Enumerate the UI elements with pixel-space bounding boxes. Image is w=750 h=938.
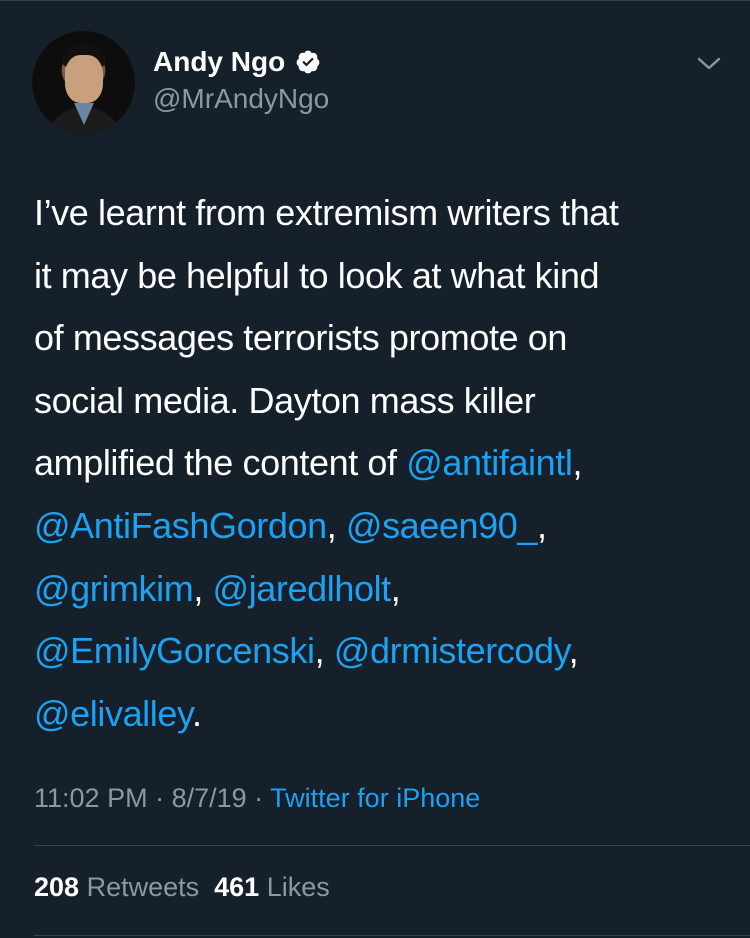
tweet-text: I’ve learnt from extremism writers that i… (34, 182, 724, 745)
mention-link[interactable]: @grimkim (34, 568, 194, 609)
tweet-text-segment: , (572, 442, 583, 484)
tweet-text-segment: it may be helpful to look at what kind (34, 254, 600, 296)
retweets-label: Retweets (79, 872, 200, 902)
mention-link[interactable]: @EmilyGorcenski (34, 630, 315, 671)
mention-link[interactable]: @antifaintl (406, 442, 573, 483)
likes-label: Likes (259, 872, 330, 902)
tweet-text-line: social media. Dayton mass killer (34, 370, 724, 433)
tweet-text-segment: I’ve learnt from extremism writers that (34, 192, 619, 233)
retweets-count: 208 (34, 872, 80, 902)
tweet-text-segment: , (390, 567, 401, 609)
meta-separator: · (246, 783, 271, 813)
tweet-text-line: @grimkim, @jaredlholt, (34, 558, 724, 621)
tweet-text-segment: , (568, 630, 579, 672)
tweet-text-segment: social media. Dayton mass killer (34, 379, 536, 421)
author-name-row[interactable]: Andy Ngo (153, 44, 321, 80)
tweet-date[interactable]: 8/7/19 (172, 783, 247, 813)
tweet-text-segment: , (326, 504, 346, 546)
likes-stat[interactable]: 461 Likes (214, 872, 330, 902)
meta-divider (34, 845, 750, 846)
display-name[interactable]: Andy Ngo (153, 44, 285, 80)
tweet-text-segment: , (537, 504, 547, 546)
chevron-down-icon[interactable] (695, 52, 723, 76)
tweet-text-segment: amplified the content of (34, 442, 407, 484)
tweet-text-segment: of messages terrorists promote on (34, 317, 568, 359)
tweet-text-segment: , (193, 567, 213, 609)
tweet-text-segment: . (191, 692, 202, 734)
tweet-text-line: @AntiFashGordon, @saeen90_, (34, 495, 724, 558)
tweet-text-line: amplified the content of @antifaintl, (34, 432, 724, 495)
tweet-time[interactable]: 11:02 PM (34, 783, 148, 813)
mention-link[interactable]: @saeen90_ (346, 505, 538, 546)
tweet-text-line: @elivalley. (34, 683, 724, 746)
tweet-text-line: I’ve learnt from extremism writers that (34, 182, 724, 245)
tweet-source-link[interactable]: Twitter for iPhone (270, 783, 480, 813)
tweet-stats: 208 Retweets 461 Likes (34, 869, 330, 905)
author-handle[interactable]: @MrAndyNgo (153, 81, 329, 117)
mention-link[interactable]: @jaredlholt (213, 568, 392, 609)
mention-link[interactable]: @drmistercody (334, 630, 569, 671)
avatar[interactable] (32, 31, 135, 134)
tweet-text-line: it may be helpful to look at what kind (34, 245, 724, 308)
mention-link[interactable]: @AntiFashGordon (34, 505, 327, 546)
verified-badge-icon (295, 49, 321, 75)
tweet-text-segment: , (314, 630, 334, 672)
tweet-text-line: @EmilyGorcenski, @drmistercody, (34, 620, 724, 683)
meta-separator: · (147, 783, 172, 813)
likes-count: 461 (214, 872, 260, 902)
tweet-detail: Andy Ngo @MrAndyNgo I’ve learnt from ext… (0, 0, 750, 938)
tweet-meta: 11:02 PM · 8/7/19 · Twitter for iPhone (34, 780, 480, 816)
bottom-divider (34, 935, 750, 936)
mention-link[interactable]: @elivalley (34, 693, 192, 734)
tweet-text-line: of messages terrorists promote on (34, 307, 724, 370)
retweets-stat[interactable]: 208 Retweets (34, 872, 199, 902)
